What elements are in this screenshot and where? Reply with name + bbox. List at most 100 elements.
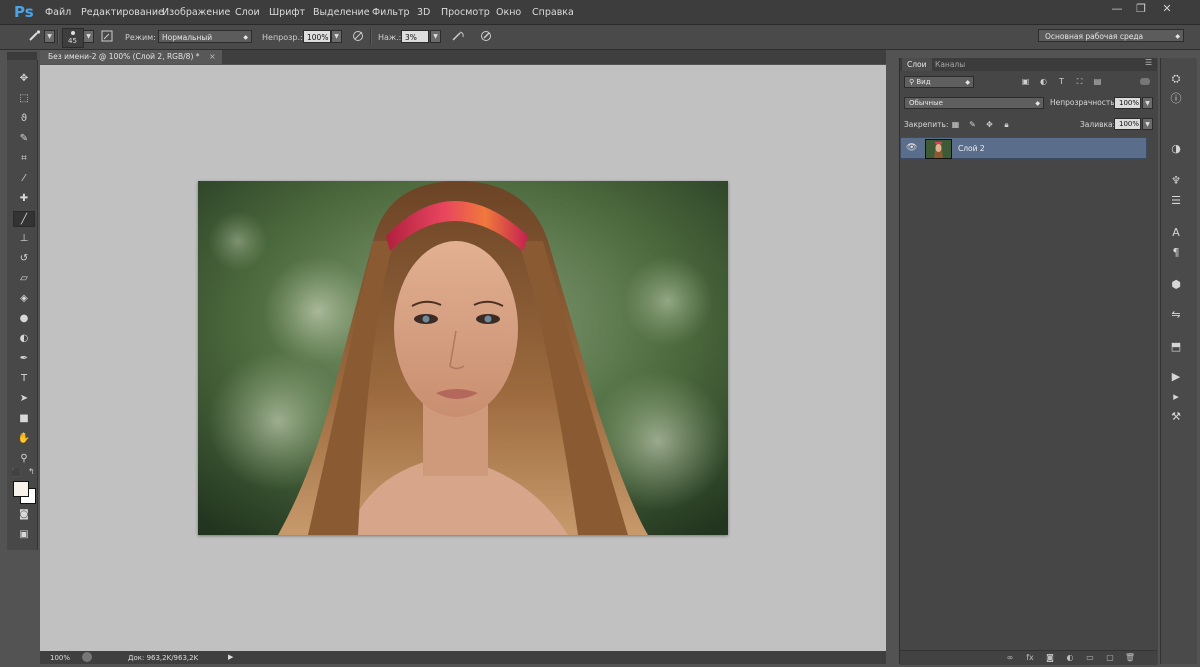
quick-mask-icon[interactable]: ◙: [13, 507, 35, 523]
adjustments-icon[interactable]: ◑: [1168, 142, 1184, 156]
eye-visibility-icon[interactable]: 👁︎: [906, 143, 917, 153]
filter-shape-icon[interactable]: ⛶: [1074, 76, 1085, 87]
clone-stamp-icon[interactable]: ⊥: [13, 231, 35, 247]
menu-image[interactable]: Изображение: [162, 7, 230, 18]
paint-bucket-icon[interactable]: ◈: [13, 291, 35, 307]
tab-layers[interactable]: Слои: [902, 58, 932, 71]
zoom-icon[interactable]: ⚲: [13, 451, 35, 467]
close-tab-icon[interactable]: ×: [209, 50, 216, 64]
lasso-icon[interactable]: ϑ: [13, 111, 35, 127]
type-icon[interactable]: T: [13, 371, 35, 387]
menu-select[interactable]: Выделение: [313, 7, 370, 18]
dodge-icon[interactable]: ◐: [13, 331, 35, 347]
zoom-level[interactable]: 100%: [50, 654, 70, 662]
brush-picker-dropdown[interactable]: ▼: [83, 30, 94, 43]
menu-3d[interactable]: 3D: [417, 7, 430, 18]
filter-smart-object-icon[interactable]: ▤: [1092, 76, 1103, 87]
pressure-dropdown[interactable]: ▼: [430, 30, 441, 43]
filter-pixel-icon[interactable]: ▣: [1020, 76, 1031, 87]
menu-file[interactable]: Файл: [45, 7, 71, 18]
pressure-size-icon[interactable]: [478, 30, 494, 44]
new-layer-icon[interactable]: ▢: [1104, 652, 1116, 663]
lock-transparency-icon[interactable]: ▦: [950, 119, 961, 130]
history-icon[interactable]: ⛭: [1168, 72, 1184, 86]
fill-dropdown[interactable]: ▼: [1142, 118, 1153, 130]
document-tab[interactable]: Без имени-2 @ 100% (Слой 2, RGB/8) *: [40, 50, 222, 64]
filter-adjustment-icon[interactable]: ◐: [1038, 76, 1049, 87]
layer-name[interactable]: Слой 2: [958, 144, 985, 153]
measurement-icon[interactable]: ⚒: [1168, 410, 1184, 424]
history-brush-icon[interactable]: ↺: [13, 251, 35, 267]
lock-position-icon[interactable]: ✥: [984, 119, 995, 130]
brush-icon[interactable]: ╱: [13, 211, 35, 227]
tools-panel-header[interactable]: [7, 52, 37, 60]
status-info-icon[interactable]: [82, 652, 92, 662]
foreground-color-swatch[interactable]: [13, 481, 29, 497]
eraser-icon[interactable]: ▱: [13, 271, 35, 287]
pressure-opacity-icon[interactable]: [350, 30, 366, 44]
properties-icon[interactable]: ⓘ: [1168, 92, 1184, 106]
actions-icon[interactable]: ▶: [1168, 370, 1184, 384]
path-selection-icon[interactable]: ➤: [13, 391, 35, 407]
new-group-icon[interactable]: ▭: [1084, 652, 1096, 663]
filter-type-icon[interactable]: T: [1056, 76, 1067, 87]
filter-toggle[interactable]: [1140, 78, 1150, 85]
photo-image[interactable]: [198, 181, 728, 535]
rectangle-icon[interactable]: ■: [13, 411, 35, 427]
brush-size-picker[interactable]: 45: [62, 28, 84, 48]
layer-style-icon[interactable]: fx: [1024, 652, 1036, 663]
default-colors-icon[interactable]: ⬛: [11, 468, 21, 477]
layer-filter-select[interactable]: ⚲ Вид ◆: [904, 76, 974, 88]
lock-all-icon[interactable]: 🔒︎: [1001, 119, 1012, 130]
blend-mode-select[interactable]: Обычные ◆: [904, 97, 1044, 109]
tool-preset-dropdown[interactable]: ▼: [44, 30, 55, 43]
layer-opacity-dropdown[interactable]: ▼: [1142, 97, 1153, 109]
lock-pixels-icon[interactable]: ✎: [967, 119, 978, 130]
fill-input[interactable]: 100%: [1114, 118, 1141, 130]
layer-comps-icon[interactable]: ⬒: [1168, 340, 1184, 354]
menu-view[interactable]: Просмотр: [441, 7, 490, 18]
close-window-icon[interactable]: ✕: [1156, 2, 1178, 16]
eyedropper-icon[interactable]: ⁄: [13, 171, 35, 187]
marquee-icon[interactable]: ⬚: [13, 91, 35, 107]
new-adjustment-layer-icon[interactable]: ◐: [1064, 652, 1076, 663]
move-icon[interactable]: ✥: [13, 71, 35, 87]
blur-icon[interactable]: ●: [13, 311, 35, 327]
add-mask-icon[interactable]: ◙: [1044, 652, 1056, 663]
tool-preset-icon[interactable]: ☰: [1168, 194, 1184, 208]
brush-panel-toggle-icon[interactable]: [99, 30, 115, 44]
swap-colors-icon[interactable]: ↰: [28, 467, 35, 476]
menu-type[interactable]: Шрифт: [269, 7, 305, 18]
opacity-dropdown[interactable]: ▼: [331, 30, 342, 43]
mode-select[interactable]: Нормальный ◆: [158, 30, 252, 43]
workspace-select[interactable]: Основная рабочая среда ◆: [1038, 29, 1184, 42]
crop-icon[interactable]: ⌗: [13, 151, 35, 167]
restore-icon[interactable]: ❐: [1130, 2, 1152, 16]
pressure-input[interactable]: 3%: [401, 30, 429, 43]
clone-source-icon[interactable]: ⇋: [1168, 308, 1184, 322]
menu-help[interactable]: Справка: [532, 7, 574, 18]
airbrush-icon[interactable]: [450, 30, 466, 44]
character-icon[interactable]: A: [1168, 226, 1184, 240]
pen-icon[interactable]: ✒: [13, 351, 35, 367]
layer-opacity-input[interactable]: 100%: [1114, 97, 1141, 109]
menu-edit[interactable]: Редактирование: [81, 7, 164, 18]
status-menu-arrow-icon[interactable]: ▶: [228, 653, 233, 661]
hand-icon[interactable]: ✋: [13, 431, 35, 447]
quick-selection-icon[interactable]: ✎: [13, 131, 35, 147]
menu-window[interactable]: Окно: [496, 7, 521, 18]
healing-brush-icon[interactable]: ✚: [13, 191, 35, 207]
tab-channels[interactable]: Каналы: [930, 58, 970, 71]
screen-mode-icon[interactable]: ▣: [13, 527, 35, 543]
timeline-icon[interactable]: ▸: [1168, 390, 1184, 404]
menu-layers[interactable]: Слои: [235, 7, 260, 18]
3d-icon[interactable]: ⬢: [1168, 278, 1184, 292]
link-layers-icon[interactable]: ∞: [1004, 652, 1016, 663]
paragraph-icon[interactable]: ¶: [1168, 246, 1184, 260]
minimize-icon[interactable]: —: [1106, 2, 1128, 16]
delete-layer-icon[interactable]: 🗑︎: [1124, 652, 1136, 663]
brush-tool-preset-icon[interactable]: [27, 30, 43, 44]
brush-preset-icon[interactable]: ♆: [1168, 174, 1184, 188]
opacity-input[interactable]: 100%: [303, 30, 331, 43]
panel-menu-icon[interactable]: ☰: [1145, 58, 1152, 67]
